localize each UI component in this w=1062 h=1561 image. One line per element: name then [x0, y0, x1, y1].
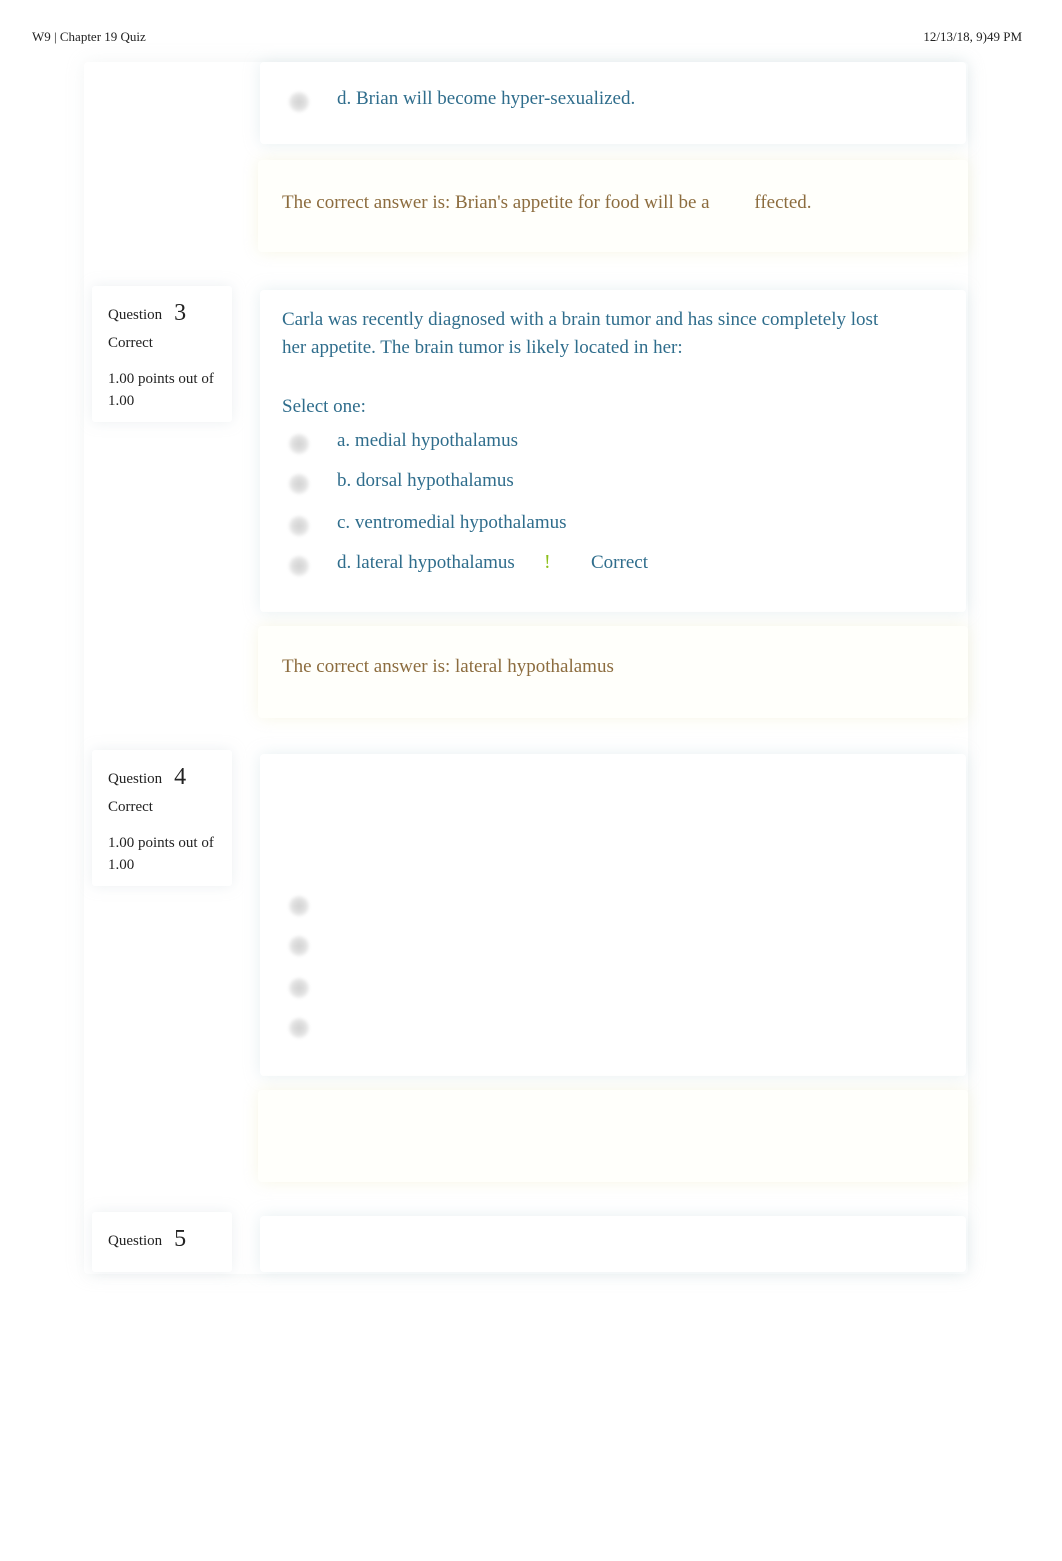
answer-label: c. ventromedial hypothalamus [337, 512, 567, 533]
question-label: Question [108, 1233, 163, 1249]
question-4-feedback [258, 1090, 968, 1182]
select-one-prompt: Select one: [282, 396, 366, 417]
print-datetime: 12/13/18, 9)49 PM [923, 29, 1022, 44]
question-label: Question [108, 307, 163, 323]
question-text: Carla was recently diagnosed with a brai… [282, 309, 879, 358]
question-3-feedback: The correct answer is: lateral hypothala… [258, 626, 968, 718]
answer-label: d. lateral hypothalamus [337, 552, 515, 573]
question-2-feedback: The correct answer is: Brian's appetite … [258, 160, 968, 252]
correct-mark-icon: ! [544, 551, 551, 573]
answer-label: d. Brian will become hyper-sexualized. [337, 88, 636, 109]
answer-label: b. dorsal hypothalamus [337, 470, 514, 491]
radio-button[interactable] [288, 1017, 310, 1039]
answer-result: Correct [591, 552, 648, 573]
question-2-formulation: d. Brian will become hyper-sexualized. [260, 62, 966, 144]
question-4-info: Question 4 Correct 1.00 points out of 1.… [92, 750, 232, 886]
correct-answer-text: The correct answer is: Brian's appetite … [282, 192, 812, 213]
answer-label: a. medial hypothalamus [337, 430, 518, 451]
radio-button[interactable] [288, 895, 310, 917]
correct-answer-text: The correct answer is: lateral hypothala… [282, 656, 614, 677]
question-4-formulation [260, 754, 966, 1076]
radio-button[interactable] [288, 977, 310, 999]
radio-button[interactable] [288, 473, 310, 495]
radio-button[interactable] [288, 515, 310, 537]
question-label: Question [108, 771, 163, 787]
question-grade: 1.00 points out of 1.00 [108, 371, 214, 409]
question-3-formulation: Carla was recently diagnosed with a brai… [260, 290, 966, 612]
page-title: W9 | Chapter 19 Quiz [32, 29, 146, 44]
radio-button[interactable] [288, 935, 310, 957]
question-number: 5 [174, 1226, 187, 1252]
radio-button[interactable] [288, 91, 310, 113]
question-number: 3 [174, 300, 187, 326]
question-grade: 1.00 points out of 1.00 [108, 835, 214, 873]
question-3-info: Question 3 Correct 1.00 points out of 1.… [92, 286, 232, 422]
question-number: 4 [174, 764, 187, 790]
question-state: Correct [108, 799, 153, 815]
question-5-formulation [260, 1216, 966, 1272]
radio-button[interactable] [288, 555, 310, 577]
question-state: Correct [108, 335, 153, 351]
radio-button[interactable] [288, 433, 310, 455]
question-5-info: Question 5 [92, 1212, 232, 1272]
print-header: W9 | Chapter 19 Quiz 12/13/18, 9)49 PM [0, 29, 1062, 45]
